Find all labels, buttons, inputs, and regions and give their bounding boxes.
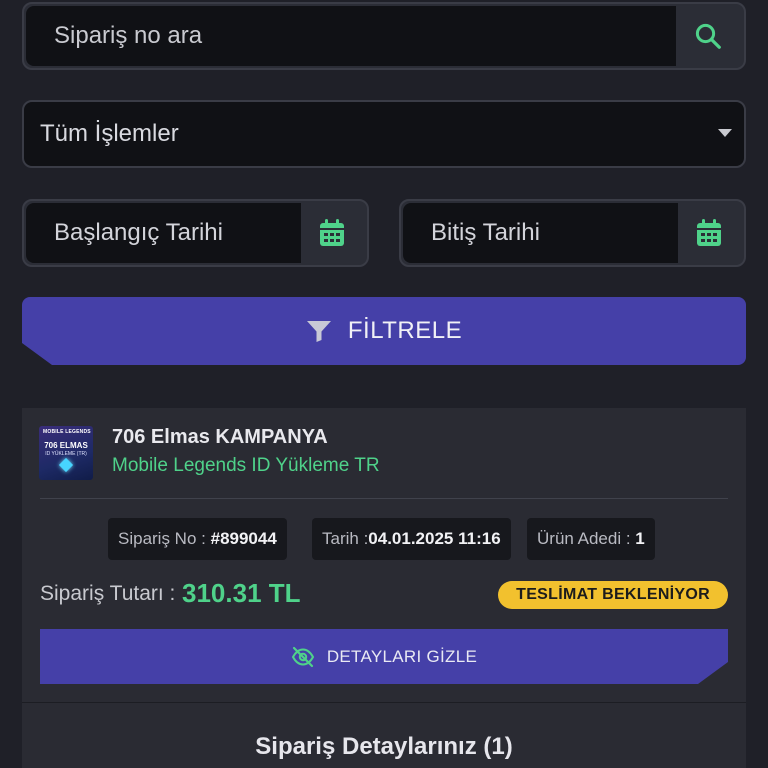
order-number-label: Sipariş No : xyxy=(118,529,206,548)
start-date-placeholder: Başlangıç Tarihi xyxy=(54,219,223,246)
search-icon xyxy=(695,23,721,49)
thumbnail-headline: 706 ELMAS xyxy=(44,441,88,450)
divider xyxy=(40,498,728,499)
filter-button-label: FİLTRELE xyxy=(347,317,463,344)
order-search-input[interactable] xyxy=(26,6,676,66)
section-divider xyxy=(22,702,746,703)
thumbnail-brand: MOBILE LEGENDS xyxy=(43,429,91,435)
chevron-down-icon xyxy=(718,129,732,137)
order-date-value: 04.01.2025 11:16 xyxy=(368,529,501,548)
transaction-type-value: Tüm İşlemler xyxy=(40,120,179,147)
calendar-icon xyxy=(697,219,721,246)
order-amount-value: 310.31 TL xyxy=(182,578,301,608)
thumbnail-subline: ID YÜKLEME (TR) xyxy=(45,451,87,457)
order-amount-label: Sipariş Tutarı : xyxy=(40,582,176,605)
hide-details-button[interactable]: DETAYLARI GİZLE xyxy=(40,629,728,684)
status-badge: TESLİMAT BEKLENİYOR xyxy=(498,581,728,609)
order-date-label: Tarih : xyxy=(322,529,369,548)
end-date-field: Bitiş Tarihi xyxy=(399,199,746,267)
start-date-field: Başlangıç Tarihi xyxy=(22,199,369,267)
filter-icon xyxy=(306,319,332,343)
product-thumbnail: MOBILE LEGENDS 706 ELMAS ID YÜKLEME (TR) xyxy=(39,426,93,480)
search-bar xyxy=(22,2,746,70)
filter-button[interactable]: FİLTRELE xyxy=(22,297,746,365)
start-date-input[interactable]: Başlangıç Tarihi xyxy=(26,203,301,263)
quantity-label: Ürün Adedi : xyxy=(537,529,631,548)
order-card: MOBILE LEGENDS 706 ELMAS ID YÜKLEME (TR)… xyxy=(22,408,746,768)
search-button[interactable] xyxy=(674,6,742,66)
diamond-icon xyxy=(58,457,74,473)
end-date-calendar-button[interactable] xyxy=(676,203,742,263)
order-number-value: #899044 xyxy=(210,529,277,548)
hide-details-label: DETAYLARI GİZLE xyxy=(326,646,478,666)
product-category: Mobile Legends ID Yükleme TR xyxy=(112,455,380,476)
product-title: 706 Elmas KAMPANYA xyxy=(112,426,328,448)
order-details-heading: Sipariş Detaylarınız (1) xyxy=(255,733,513,760)
quantity-chip: Ürün Adedi : 1 xyxy=(527,518,655,560)
start-date-calendar-button[interactable] xyxy=(299,203,365,263)
calendar-icon xyxy=(320,219,344,246)
end-date-input[interactable]: Bitiş Tarihi xyxy=(403,203,678,263)
quantity-value: 1 xyxy=(635,529,645,548)
order-number-chip: Sipariş No : #899044 xyxy=(108,518,287,560)
end-date-placeholder: Bitiş Tarihi xyxy=(431,219,540,246)
order-date-chip: Tarih :04.01.2025 11:16 xyxy=(312,518,511,560)
transaction-type-select[interactable]: Tüm İşlemler xyxy=(22,100,746,168)
eye-slash-icon xyxy=(291,646,315,668)
